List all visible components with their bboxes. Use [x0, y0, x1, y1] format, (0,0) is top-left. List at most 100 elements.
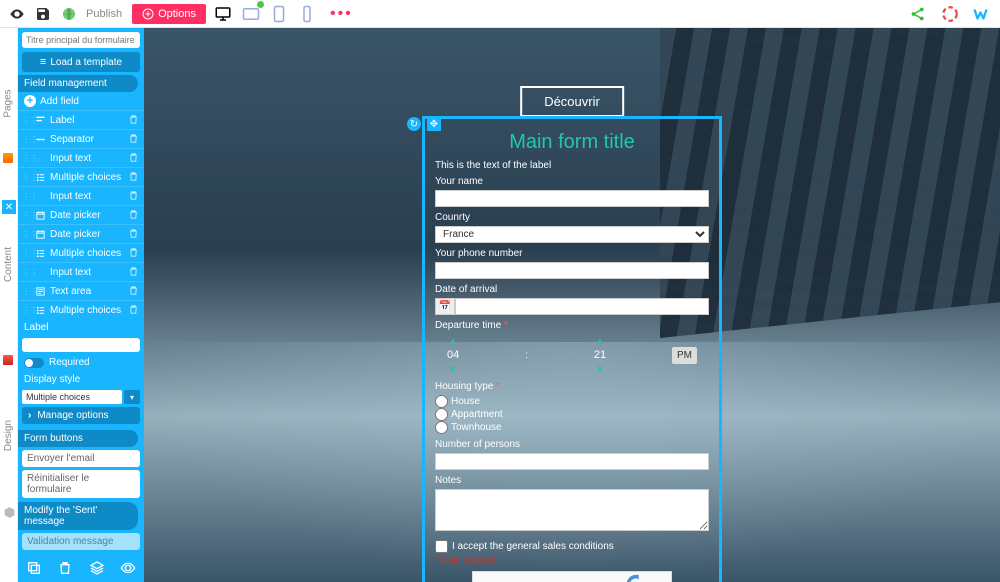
- share-icon[interactable]: [906, 2, 930, 26]
- add-field-button[interactable]: +Add field: [18, 92, 144, 110]
- send-email-label-input[interactable]: Envoyer l'email: [22, 450, 140, 467]
- display-style-dropdown-icon[interactable]: ▾: [124, 390, 140, 404]
- design-canvas[interactable]: Découvrir ↻ ✥ ⇕ Main form title This is …: [144, 28, 1000, 582]
- accept-checkbox[interactable]: [435, 540, 448, 553]
- publish-button[interactable]: Publish: [86, 8, 122, 20]
- load-template-button[interactable]: ≡Load a template: [22, 52, 140, 72]
- delete-field-icon[interactable]: [128, 285, 140, 297]
- preview-icon[interactable]: [6, 3, 28, 25]
- recaptcha-widget[interactable]: Je ne suis pas un robot reCAPTCHA Confid…: [472, 571, 672, 582]
- rail-content-tab[interactable]: Content: [3, 247, 14, 282]
- appartment-radio[interactable]: [435, 408, 448, 421]
- rotate-handle-icon[interactable]: ↻: [407, 117, 421, 131]
- validation-msg-input[interactable]: Validation message: [22, 533, 140, 550]
- field-row-date[interactable]: ⋮⋮Date picker: [18, 224, 144, 243]
- manage-options-button[interactable]: ›Manage options: [22, 407, 140, 424]
- drag-grip-icon[interactable]: ⋮⋮: [22, 230, 30, 239]
- side-rail: Pages Content Design: [0, 28, 18, 582]
- field-row-multi[interactable]: ⋮⋮Multiple choices: [18, 300, 144, 319]
- save-icon[interactable]: [32, 3, 54, 25]
- date-arrival-input[interactable]: [455, 298, 709, 315]
- delete-field-icon[interactable]: [128, 133, 140, 145]
- drag-grip-icon[interactable]: ⋮⋮: [22, 154, 30, 163]
- hour-up-icon[interactable]: ▲: [449, 336, 458, 346]
- field-row-multi[interactable]: ⋮⋮Multiple choices: [18, 167, 144, 186]
- globe-icon[interactable]: [58, 3, 80, 25]
- drag-grip-icon[interactable]: ⋮⋮: [22, 287, 30, 296]
- field-row-separator[interactable]: ⋮⋮Separator: [18, 129, 144, 148]
- minute-down-icon[interactable]: ▼: [596, 364, 605, 374]
- rail-design-tab[interactable]: Design: [3, 420, 14, 451]
- delete-field-icon[interactable]: [128, 209, 140, 221]
- rail-cube-icon[interactable]: [2, 505, 16, 519]
- field-row-input[interactable]: ⋮⋮Input text: [18, 262, 144, 281]
- input-icon: [34, 266, 46, 278]
- departure-time-label: Departure time *: [435, 320, 709, 331]
- move-handle-icon[interactable]: ✥: [427, 117, 441, 131]
- date-arrival-label: Date of arrival: [435, 284, 709, 295]
- mobile-view-icon[interactable]: [296, 3, 318, 25]
- input-icon: [34, 190, 46, 202]
- minute-up-icon[interactable]: ▲: [596, 336, 605, 346]
- drag-grip-icon[interactable]: ⋮⋮: [22, 249, 30, 258]
- notes-textarea[interactable]: [435, 489, 709, 531]
- trash-icon[interactable]: [57, 560, 73, 576]
- field-row-multi[interactable]: ⋮⋮Multiple choices: [18, 243, 144, 262]
- field-row-input[interactable]: ⋮⋮ Input text: [18, 148, 144, 167]
- display-style-select[interactable]: Multiple choices: [22, 390, 122, 404]
- visibility-icon[interactable]: [120, 560, 136, 576]
- layers-icon[interactable]: [89, 560, 105, 576]
- discover-button[interactable]: Découvrir: [520, 86, 624, 117]
- drag-grip-icon[interactable]: ⋮⋮: [22, 116, 30, 125]
- ampm-toggle[interactable]: PM: [672, 347, 697, 364]
- drag-grip-icon[interactable]: ⋮⋮: [22, 173, 30, 182]
- field-row-input[interactable]: ⋮⋮ Input text: [18, 186, 144, 205]
- field-row-label: Input text: [50, 153, 124, 164]
- label-header: Label: [18, 319, 144, 336]
- copy-icon[interactable]: [26, 560, 42, 576]
- drag-grip-icon[interactable]: ⋮⋮: [22, 268, 30, 277]
- multi-icon: [34, 171, 46, 183]
- delete-field-icon[interactable]: [128, 114, 140, 126]
- hour-down-icon[interactable]: ▼: [449, 364, 458, 374]
- multi-icon: [34, 247, 46, 259]
- field-row-label[interactable]: ⋮⋮Label: [18, 110, 144, 129]
- drag-grip-icon[interactable]: ⋮⋮: [22, 306, 30, 315]
- drag-grip-icon[interactable]: ⋮⋮: [22, 211, 30, 220]
- drag-grip-icon[interactable]: ⋮⋮: [22, 192, 30, 201]
- townhouse-radio[interactable]: [435, 421, 448, 434]
- field-row-date[interactable]: ⋮⋮Date picker: [18, 205, 144, 224]
- form-title-input[interactable]: [22, 32, 140, 48]
- reset-form-label-input[interactable]: Réinitialiser le formulaire: [22, 470, 140, 498]
- help-icon[interactable]: [938, 2, 962, 26]
- panel-close-icon[interactable]: ✕: [2, 200, 16, 214]
- options-button[interactable]: Options: [132, 4, 206, 24]
- delete-field-icon[interactable]: [128, 152, 140, 164]
- field-row-textarea[interactable]: ⋮⋮Text area: [18, 281, 144, 300]
- form-widget-selection[interactable]: ↻ ✥ ⇕ Main form title This is the text o…: [422, 116, 722, 582]
- calendar-icon[interactable]: 📅: [435, 298, 455, 315]
- country-select[interactable]: France: [435, 226, 709, 243]
- delete-field-icon[interactable]: [128, 228, 140, 240]
- tablet-portrait-icon[interactable]: [268, 3, 290, 25]
- your-name-input[interactable]: [435, 190, 709, 207]
- rail-pages-tab[interactable]: Pages: [3, 89, 14, 117]
- delete-field-icon[interactable]: [128, 266, 140, 278]
- tablet-landscape-icon[interactable]: [240, 3, 262, 25]
- notes-label: Notes: [435, 475, 709, 486]
- required-toggle[interactable]: [24, 358, 44, 368]
- required-label: Required: [49, 357, 90, 368]
- delete-field-icon[interactable]: [128, 190, 140, 202]
- house-radio[interactable]: [435, 395, 448, 408]
- field-row-label: Input text: [50, 191, 124, 202]
- drag-grip-icon[interactable]: ⋮⋮: [22, 135, 30, 144]
- phone-input[interactable]: [435, 262, 709, 279]
- delete-field-icon[interactable]: [128, 304, 140, 316]
- more-icon[interactable]: •••: [330, 5, 353, 23]
- form-title: Main form title: [435, 131, 709, 154]
- delete-field-icon[interactable]: [128, 171, 140, 183]
- label-input[interactable]: [22, 338, 140, 352]
- desktop-view-icon[interactable]: [212, 3, 234, 25]
- delete-field-icon[interactable]: [128, 247, 140, 259]
- persons-input[interactable]: [435, 453, 709, 470]
